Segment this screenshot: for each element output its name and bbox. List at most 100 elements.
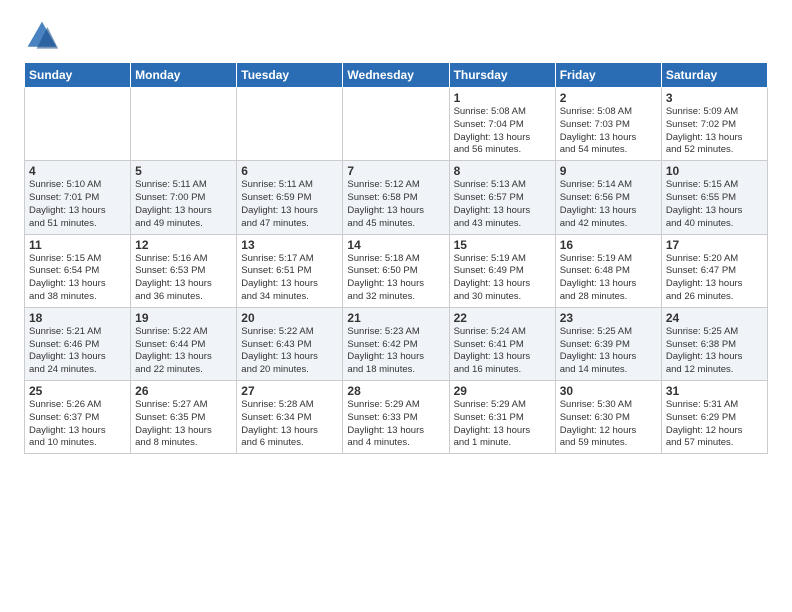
calendar-cell: 29Sunrise: 5:29 AMSunset: 6:31 PMDayligh… bbox=[449, 381, 555, 454]
calendar-cell: 7Sunrise: 5:12 AMSunset: 6:58 PMDaylight… bbox=[343, 161, 449, 234]
calendar-cell: 20Sunrise: 5:22 AMSunset: 6:43 PMDayligh… bbox=[237, 307, 343, 380]
header bbox=[0, 0, 792, 62]
calendar-week-2: 4Sunrise: 5:10 AMSunset: 7:01 PMDaylight… bbox=[25, 161, 768, 234]
calendar-cell: 15Sunrise: 5:19 AMSunset: 6:49 PMDayligh… bbox=[449, 234, 555, 307]
calendar-cell: 14Sunrise: 5:18 AMSunset: 6:50 PMDayligh… bbox=[343, 234, 449, 307]
calendar-cell: 30Sunrise: 5:30 AMSunset: 6:30 PMDayligh… bbox=[555, 381, 661, 454]
day-number: 6 bbox=[241, 164, 338, 178]
calendar-week-1: 1Sunrise: 5:08 AMSunset: 7:04 PMDaylight… bbox=[25, 88, 768, 161]
day-number: 2 bbox=[560, 91, 657, 105]
day-info: Sunrise: 5:28 AMSunset: 6:34 PMDaylight:… bbox=[241, 399, 338, 450]
day-info: Sunrise: 5:20 AMSunset: 6:47 PMDaylight:… bbox=[666, 253, 763, 304]
day-info: Sunrise: 5:29 AMSunset: 6:31 PMDaylight:… bbox=[454, 399, 551, 450]
day-info: Sunrise: 5:11 AMSunset: 6:59 PMDaylight:… bbox=[241, 179, 338, 230]
calendar-body: 1Sunrise: 5:08 AMSunset: 7:04 PMDaylight… bbox=[25, 88, 768, 454]
day-number: 11 bbox=[29, 238, 126, 252]
day-number: 16 bbox=[560, 238, 657, 252]
day-info: Sunrise: 5:11 AMSunset: 7:00 PMDaylight:… bbox=[135, 179, 232, 230]
day-info: Sunrise: 5:12 AMSunset: 6:58 PMDaylight:… bbox=[347, 179, 444, 230]
day-number: 27 bbox=[241, 384, 338, 398]
calendar-week-3: 11Sunrise: 5:15 AMSunset: 6:54 PMDayligh… bbox=[25, 234, 768, 307]
calendar-cell: 1Sunrise: 5:08 AMSunset: 7:04 PMDaylight… bbox=[449, 88, 555, 161]
day-number: 3 bbox=[666, 91, 763, 105]
calendar-cell: 8Sunrise: 5:13 AMSunset: 6:57 PMDaylight… bbox=[449, 161, 555, 234]
weekday-header-sunday: Sunday bbox=[25, 63, 131, 88]
calendar-cell: 27Sunrise: 5:28 AMSunset: 6:34 PMDayligh… bbox=[237, 381, 343, 454]
day-info: Sunrise: 5:15 AMSunset: 6:55 PMDaylight:… bbox=[666, 179, 763, 230]
day-info: Sunrise: 5:22 AMSunset: 6:43 PMDaylight:… bbox=[241, 326, 338, 377]
day-info: Sunrise: 5:23 AMSunset: 6:42 PMDaylight:… bbox=[347, 326, 444, 377]
day-number: 15 bbox=[454, 238, 551, 252]
day-number: 5 bbox=[135, 164, 232, 178]
day-number: 1 bbox=[454, 91, 551, 105]
calendar-cell: 10Sunrise: 5:15 AMSunset: 6:55 PMDayligh… bbox=[661, 161, 767, 234]
day-info: Sunrise: 5:10 AMSunset: 7:01 PMDaylight:… bbox=[29, 179, 126, 230]
weekday-header-saturday: Saturday bbox=[661, 63, 767, 88]
day-info: Sunrise: 5:24 AMSunset: 6:41 PMDaylight:… bbox=[454, 326, 551, 377]
calendar-cell bbox=[237, 88, 343, 161]
day-number: 8 bbox=[454, 164, 551, 178]
calendar-cell bbox=[131, 88, 237, 161]
calendar-cell: 26Sunrise: 5:27 AMSunset: 6:35 PMDayligh… bbox=[131, 381, 237, 454]
day-info: Sunrise: 5:14 AMSunset: 6:56 PMDaylight:… bbox=[560, 179, 657, 230]
day-number: 19 bbox=[135, 311, 232, 325]
day-info: Sunrise: 5:15 AMSunset: 6:54 PMDaylight:… bbox=[29, 253, 126, 304]
calendar-week-4: 18Sunrise: 5:21 AMSunset: 6:46 PMDayligh… bbox=[25, 307, 768, 380]
day-number: 4 bbox=[29, 164, 126, 178]
day-info: Sunrise: 5:29 AMSunset: 6:33 PMDaylight:… bbox=[347, 399, 444, 450]
day-info: Sunrise: 5:26 AMSunset: 6:37 PMDaylight:… bbox=[29, 399, 126, 450]
calendar-cell bbox=[25, 88, 131, 161]
day-number: 18 bbox=[29, 311, 126, 325]
calendar-cell: 24Sunrise: 5:25 AMSunset: 6:38 PMDayligh… bbox=[661, 307, 767, 380]
calendar-cell: 4Sunrise: 5:10 AMSunset: 7:01 PMDaylight… bbox=[25, 161, 131, 234]
day-number: 23 bbox=[560, 311, 657, 325]
calendar-cell: 31Sunrise: 5:31 AMSunset: 6:29 PMDayligh… bbox=[661, 381, 767, 454]
calendar-cell: 23Sunrise: 5:25 AMSunset: 6:39 PMDayligh… bbox=[555, 307, 661, 380]
calendar-cell: 3Sunrise: 5:09 AMSunset: 7:02 PMDaylight… bbox=[661, 88, 767, 161]
day-info: Sunrise: 5:25 AMSunset: 6:39 PMDaylight:… bbox=[560, 326, 657, 377]
calendar-cell: 12Sunrise: 5:16 AMSunset: 6:53 PMDayligh… bbox=[131, 234, 237, 307]
day-info: Sunrise: 5:09 AMSunset: 7:02 PMDaylight:… bbox=[666, 106, 763, 157]
day-number: 30 bbox=[560, 384, 657, 398]
day-info: Sunrise: 5:18 AMSunset: 6:50 PMDaylight:… bbox=[347, 253, 444, 304]
day-info: Sunrise: 5:08 AMSunset: 7:03 PMDaylight:… bbox=[560, 106, 657, 157]
calendar-container: SundayMondayTuesdayWednesdayThursdayFrid… bbox=[0, 62, 792, 466]
day-info: Sunrise: 5:08 AMSunset: 7:04 PMDaylight:… bbox=[454, 106, 551, 157]
day-info: Sunrise: 5:27 AMSunset: 6:35 PMDaylight:… bbox=[135, 399, 232, 450]
weekday-header-monday: Monday bbox=[131, 63, 237, 88]
day-number: 28 bbox=[347, 384, 444, 398]
calendar-cell: 17Sunrise: 5:20 AMSunset: 6:47 PMDayligh… bbox=[661, 234, 767, 307]
calendar-week-5: 25Sunrise: 5:26 AMSunset: 6:37 PMDayligh… bbox=[25, 381, 768, 454]
weekday-header-tuesday: Tuesday bbox=[237, 63, 343, 88]
day-number: 25 bbox=[29, 384, 126, 398]
calendar-cell: 28Sunrise: 5:29 AMSunset: 6:33 PMDayligh… bbox=[343, 381, 449, 454]
day-info: Sunrise: 5:19 AMSunset: 6:48 PMDaylight:… bbox=[560, 253, 657, 304]
day-info: Sunrise: 5:16 AMSunset: 6:53 PMDaylight:… bbox=[135, 253, 232, 304]
weekday-header-wednesday: Wednesday bbox=[343, 63, 449, 88]
day-number: 21 bbox=[347, 311, 444, 325]
calendar-cell: 13Sunrise: 5:17 AMSunset: 6:51 PMDayligh… bbox=[237, 234, 343, 307]
day-number: 31 bbox=[666, 384, 763, 398]
calendar-cell: 25Sunrise: 5:26 AMSunset: 6:37 PMDayligh… bbox=[25, 381, 131, 454]
day-info: Sunrise: 5:17 AMSunset: 6:51 PMDaylight:… bbox=[241, 253, 338, 304]
day-number: 9 bbox=[560, 164, 657, 178]
day-info: Sunrise: 5:25 AMSunset: 6:38 PMDaylight:… bbox=[666, 326, 763, 377]
day-info: Sunrise: 5:30 AMSunset: 6:30 PMDaylight:… bbox=[560, 399, 657, 450]
calendar-cell: 6Sunrise: 5:11 AMSunset: 6:59 PMDaylight… bbox=[237, 161, 343, 234]
calendar-cell bbox=[343, 88, 449, 161]
day-info: Sunrise: 5:31 AMSunset: 6:29 PMDaylight:… bbox=[666, 399, 763, 450]
calendar-header: SundayMondayTuesdayWednesdayThursdayFrid… bbox=[25, 63, 768, 88]
day-info: Sunrise: 5:13 AMSunset: 6:57 PMDaylight:… bbox=[454, 179, 551, 230]
weekday-header-friday: Friday bbox=[555, 63, 661, 88]
day-info: Sunrise: 5:21 AMSunset: 6:46 PMDaylight:… bbox=[29, 326, 126, 377]
day-number: 13 bbox=[241, 238, 338, 252]
day-number: 10 bbox=[666, 164, 763, 178]
day-number: 26 bbox=[135, 384, 232, 398]
calendar-cell: 22Sunrise: 5:24 AMSunset: 6:41 PMDayligh… bbox=[449, 307, 555, 380]
day-info: Sunrise: 5:22 AMSunset: 6:44 PMDaylight:… bbox=[135, 326, 232, 377]
logo-icon bbox=[24, 18, 60, 54]
day-number: 7 bbox=[347, 164, 444, 178]
day-number: 24 bbox=[666, 311, 763, 325]
day-number: 14 bbox=[347, 238, 444, 252]
page-container: SundayMondayTuesdayWednesdayThursdayFrid… bbox=[0, 0, 792, 466]
